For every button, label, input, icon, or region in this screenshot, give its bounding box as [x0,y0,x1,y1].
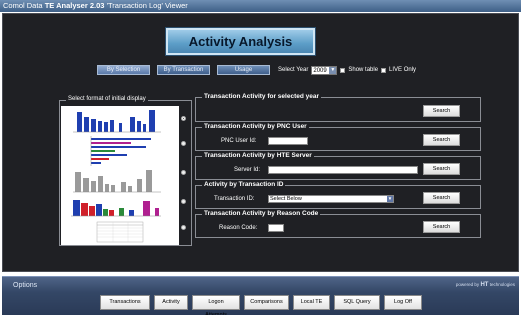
title-app: TE Analyser 2.03 [44,1,105,10]
format-radio-3[interactable] [181,170,186,175]
server-id-input[interactable] [268,166,418,174]
nav-transactions-button[interactable]: Transactions [100,295,150,310]
section-title: Transaction Activity by HTE Server [202,152,314,159]
thumb-horizontal-bar-chart[interactable] [90,136,151,166]
section-title: Transaction Activity for selected year [202,93,322,100]
thumb-colored-bar-chart[interactable] [71,200,161,217]
format-radio-1[interactable] [181,116,186,121]
tab-by-selection[interactable]: By Selection [97,65,150,75]
chevron-down-icon: ▼ [387,196,393,202]
section-reason-code: Transaction Activity by Reason Code Reas… [195,210,481,238]
section-hte-server: Transaction Activity by HTE Server Serve… [195,152,481,180]
pnc-user-input[interactable] [268,137,308,145]
format-legend: Select format of initial display [66,96,148,102]
thumb-bar-chart-blue[interactable] [73,110,161,133]
section-title: Transaction Activity by Reason Code [202,210,321,217]
transaction-id-value: Select Below [270,196,302,202]
transaction-id-select[interactable]: Select Below ▼ [268,195,394,203]
server-id-label: Server Id: [234,167,261,173]
nav-local-te-button[interactable]: Local TE [293,295,330,310]
nav-comparisons-button[interactable]: Comparisons [244,295,289,310]
nav-log-off-button[interactable]: Log Off [384,295,422,310]
live-only-label: LIVE Only [389,67,417,73]
section-title: Transaction Activity by PNC User [202,123,309,130]
page-title: Activity Analysis [166,28,315,55]
search-reason-button[interactable]: Search [423,221,460,233]
thumb-table[interactable] [96,221,144,243]
options-bar: Options powered by HT technologies Trans… [2,276,519,315]
reason-code-input[interactable] [268,224,284,232]
section-transaction-id: Activity by Transaction ID Transaction I… [195,181,481,209]
show-table-label: Show table [348,67,379,73]
chevron-down-icon: ▼ [329,66,337,74]
thumb-grey-bar-chart[interactable] [73,170,161,193]
title-prefix: Comol Data [3,1,43,10]
transaction-id-label: Transaction ID: [214,196,255,202]
nav-activity-button[interactable]: Activity [154,295,188,310]
main-panel: Activity Analysis By Selection By Transa… [2,13,519,272]
tab-usage[interactable]: Usage [217,65,270,75]
reason-code-label: Reason Code: [219,225,258,231]
search-pnc-button[interactable]: Search [423,134,460,146]
brand-logo: powered by HT technologies [456,282,515,288]
search-server-button[interactable]: Search [423,163,460,175]
section-selected-year: Transaction Activity for selected year S… [195,93,481,122]
nav-logon-attempts-button[interactable]: Logon Attempts [192,295,240,315]
window-title-bar: Comol Data TE Analyser 2.03 'Transaction… [0,0,521,12]
brand-suffix: technologies [489,282,515,287]
year-label: Select Year [278,67,309,73]
pnc-user-label: PNC User Id: [221,138,257,144]
options-tab[interactable]: Options [13,282,37,289]
year-select[interactable]: 2009 ▼ [311,65,338,75]
tab-by-transaction[interactable]: By Transaction [157,65,210,75]
search-transaction-button[interactable]: Search [423,192,460,204]
section-title: Activity by Transaction ID [202,181,286,188]
format-radio-2[interactable] [181,141,186,146]
nav-sql-query-button[interactable]: SQL Query [334,295,380,310]
show-table-checkbox[interactable] [340,67,346,73]
brand-text: powered by [455,282,480,287]
live-only-checkbox[interactable] [381,67,387,73]
search-year-button[interactable]: Search [423,105,460,117]
year-controls: Select Year 2009 ▼ Show table LIVE Only [278,65,416,75]
brand-name: HT [480,282,489,288]
year-value: 2009 [313,67,327,74]
title-suffix: 'Transaction Log' Viewer [106,1,188,10]
format-radio-5[interactable] [181,225,186,230]
format-radio-4[interactable] [181,199,186,204]
display-format-group: Select format of initial display [59,96,192,246]
format-thumbnails [61,106,179,245]
chart-thumbnails-svg [71,110,161,243]
view-tabs: By Selection By Transaction Usage [97,65,270,75]
bottom-nav: Transactions Activity Logon Attempts Com… [100,295,422,315]
section-pnc-user: Transaction Activity by PNC User PNC Use… [195,123,481,151]
